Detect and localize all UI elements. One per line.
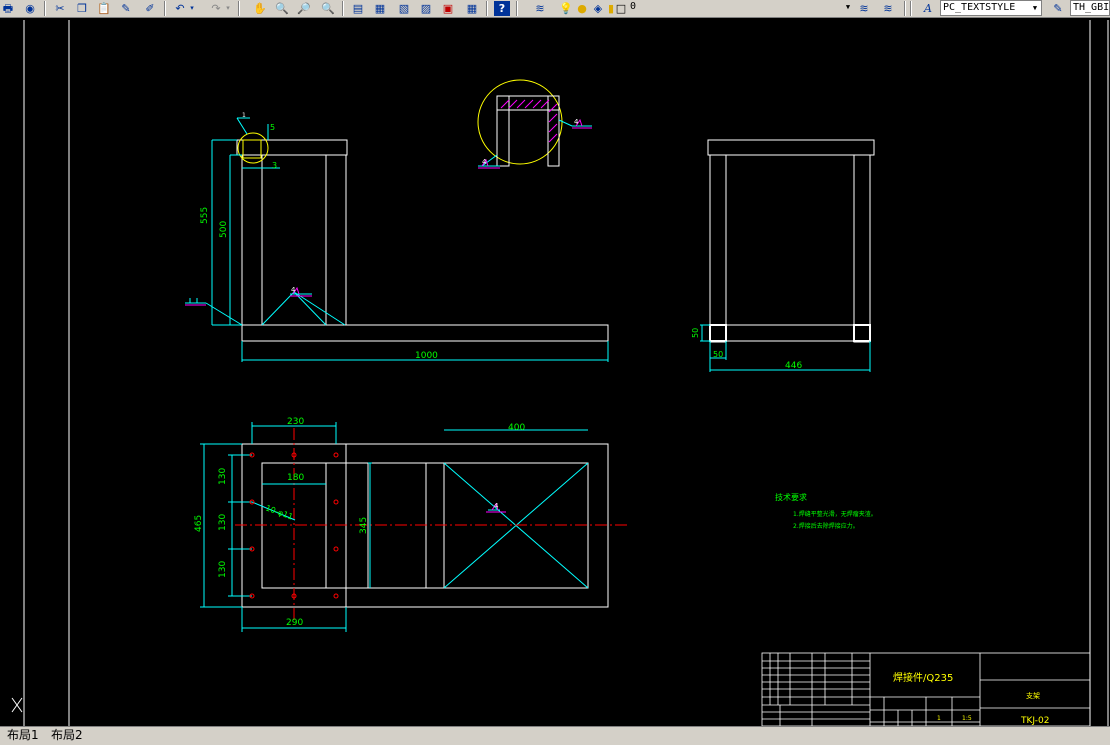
- dim-side-leg: 50: [713, 350, 723, 359]
- calculator-icon[interactable]: ▦: [464, 1, 480, 16]
- zoom-previous-icon[interactable]: 🔍: [320, 1, 336, 16]
- toolbar-separator: [910, 1, 912, 16]
- properties-icon[interactable]: ▤: [350, 1, 366, 16]
- text-style-icon[interactable]: A: [920, 1, 936, 16]
- chevron-down-icon: ▼: [1032, 4, 1038, 12]
- dim-length: 1000: [415, 351, 438, 361]
- undo-dropdown-icon[interactable]: ▾: [188, 1, 196, 16]
- block-editor-icon[interactable]: ✐: [142, 1, 158, 16]
- toolbar-separator: [904, 1, 906, 16]
- toolbar-separator: [516, 1, 518, 16]
- dim-pitch-1: 130: [218, 468, 228, 485]
- toolbar-separator: [44, 1, 46, 16]
- layer-value: 0: [630, 1, 637, 12]
- undo-icon[interactable]: ↶: [172, 1, 188, 16]
- layer-freeze-icon[interactable]: ●: [574, 1, 590, 16]
- layer-manager-icon[interactable]: ≋: [532, 1, 548, 16]
- dim-total-width: 465: [194, 515, 204, 532]
- toolbar-separator: [164, 1, 166, 16]
- layer-previous-icon[interactable]: ≋: [880, 1, 896, 16]
- match-properties-icon[interactable]: ✎: [118, 1, 134, 16]
- text-style-value: PC_TEXTSTYLE: [943, 2, 1016, 13]
- tab-layout-1[interactable]: 布局1: [4, 728, 42, 743]
- tech-title: 技术要求: [775, 492, 807, 502]
- top-weld-size: 4: [494, 502, 499, 510]
- dim-side-width: 446: [785, 361, 802, 371]
- layer-plot-icon[interactable]: ▮: [606, 1, 616, 16]
- dim-holes-width: 290: [286, 618, 303, 628]
- redo-icon[interactable]: ↷: [208, 1, 224, 16]
- layout-tab-bar: 布局1 布局2: [0, 726, 1110, 745]
- weld-size-1: 4: [291, 286, 296, 294]
- zoom-window-icon[interactable]: 🔎: [296, 1, 312, 16]
- dimension-style-icon[interactable]: ✎: [1050, 1, 1066, 16]
- design-center-icon[interactable]: ▦: [372, 1, 388, 16]
- dim-pitch-3: 130: [218, 561, 228, 578]
- model-space: [0, 18, 1110, 726]
- toolbar-separator: [342, 1, 344, 16]
- layer-dropdown[interactable]: 0 ▼: [628, 0, 854, 16]
- cut-icon[interactable]: ✂: [52, 1, 68, 16]
- dim-small-top: 5: [270, 123, 275, 132]
- weld-size-2: 1: [242, 112, 246, 119]
- title-material: 焊接件/Q235: [893, 671, 953, 684]
- sheet-set-icon[interactable]: ▨: [418, 1, 434, 16]
- paste-icon[interactable]: 📋: [96, 1, 112, 16]
- title-quantity: 1: [937, 715, 941, 722]
- tech-line-2: 2.焊接后去除焊接应力。: [793, 522, 859, 530]
- detail-weld-b: 4: [482, 158, 487, 166]
- dimension-style-value: TH_GBI: [1073, 2, 1110, 13]
- layer-lock-icon[interactable]: ◈: [590, 1, 606, 16]
- dim-hole-span: 230: [287, 417, 304, 427]
- zoom-realtime-icon[interactable]: 🔍: [274, 1, 290, 16]
- dim-inner-height: 500: [219, 221, 229, 238]
- tool-palettes-icon[interactable]: ▧: [396, 1, 412, 16]
- dim-total-height: 555: [200, 207, 210, 224]
- plot-icon[interactable]: 🖶: [0, 1, 16, 16]
- standard-toolbar: 🖶 ◉ ✂ ❐ 📋 ✎ ✐ ↶ ▾ ↷ ▾ ✋ 🔍 🔎 🔍 ▤ ▦ ▧ ▨ ▣ …: [0, 0, 1110, 18]
- chevron-down-icon: ▼: [845, 3, 851, 11]
- dim-side-base-height: 50: [691, 328, 700, 338]
- markup-icon[interactable]: ▣: [440, 1, 456, 16]
- dimension-style-dropdown[interactable]: TH_GBI: [1070, 0, 1110, 16]
- dim-inner-height: 345: [359, 517, 369, 534]
- tech-line-1: 1.焊缝平整光滑，无焊瘤夹渣。: [793, 510, 877, 518]
- toolbar-separator: [238, 1, 240, 16]
- redo-dropdown-icon[interactable]: ▾: [224, 1, 232, 16]
- make-current-layer-icon[interactable]: ≋: [856, 1, 872, 16]
- detail-weld-a: 4: [574, 118, 579, 126]
- dim-pitch-2: 130: [218, 514, 228, 531]
- title-scale: 1:5: [962, 715, 972, 722]
- layer-color-icon[interactable]: □: [616, 1, 626, 16]
- title-part-name: 支架: [1026, 691, 1040, 700]
- copy-icon[interactable]: ❐: [74, 1, 90, 16]
- dim-small-side: 3: [272, 161, 277, 170]
- tab-layout-2[interactable]: 布局2: [48, 728, 86, 743]
- layer-on-icon[interactable]: 💡: [558, 1, 574, 16]
- drawing-canvas[interactable]: 555 500 1000 5 3 4 1 4 4 446 50 50 230 1…: [0, 18, 1110, 726]
- text-style-dropdown[interactable]: PC_TEXTSTYLE ▼: [940, 0, 1042, 16]
- pan-icon[interactable]: ✋: [252, 1, 268, 16]
- dim-inner-span: 180: [287, 473, 304, 483]
- title-drawing-no: TKJ-02: [1020, 716, 1049, 726]
- toolbar-separator: [486, 1, 488, 16]
- publish-icon[interactable]: ◉: [22, 1, 38, 16]
- dim-plate-length: 400: [508, 423, 525, 433]
- help-icon[interactable]: ?: [494, 1, 510, 16]
